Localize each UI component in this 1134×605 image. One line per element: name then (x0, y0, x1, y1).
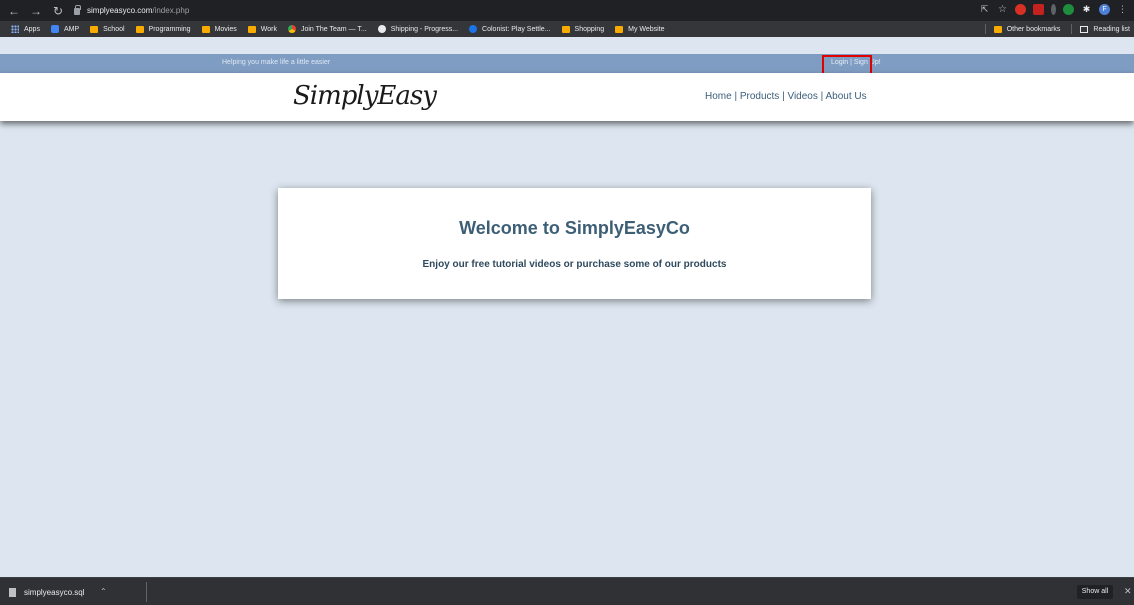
apps-icon (11, 25, 19, 33)
nav-separator: | (731, 91, 740, 102)
forward-arrow-icon[interactable]: → (28, 4, 44, 18)
folder-icon (90, 25, 99, 33)
bookmark-programming[interactable]: Programming (135, 25, 191, 33)
folder-icon (615, 25, 624, 33)
bookmarks-bar: Apps AMP School Programming Movies Work … (0, 21, 1134, 37)
chevron-up-icon[interactable]: ⌃ (100, 587, 107, 596)
download-separator (146, 582, 147, 602)
folder-icon (993, 25, 1002, 33)
url-path: /index.php (152, 6, 190, 15)
main-nav: Home | Products | Videos | About Us (705, 91, 867, 102)
share-icon[interactable]: ⇱ (979, 4, 990, 15)
amp-icon (50, 25, 59, 33)
profile-avatar-icon[interactable]: F (1099, 4, 1110, 15)
close-icon[interactable]: ✕ (1124, 586, 1132, 597)
nav-home[interactable]: Home (705, 91, 732, 102)
puzzle-icon[interactable]: ✱ (1081, 4, 1092, 15)
bookmark-shipping[interactable]: Shipping - Progress... (377, 25, 458, 33)
reading-list[interactable]: Reading list (1080, 25, 1130, 33)
bookmark-work[interactable]: Work (247, 25, 277, 33)
nav-products[interactable]: Products (740, 91, 779, 102)
extension-pink-icon[interactable] (1033, 4, 1044, 15)
address-bar[interactable]: simplyeasyco.com /index.php (74, 3, 189, 18)
chrome-icon (287, 25, 296, 33)
globe-icon (377, 25, 386, 33)
folder-icon (247, 25, 256, 33)
bookmark-separator (1071, 24, 1073, 34)
back-arrow-icon[interactable]: ← (6, 4, 22, 18)
lock-icon (74, 5, 81, 15)
file-icon (9, 588, 16, 597)
site-logo[interactable]: SimplyEasy (293, 81, 437, 111)
folder-icon (201, 25, 210, 33)
colonist-icon (469, 25, 478, 33)
extension-green-icon[interactable] (1063, 4, 1074, 15)
site-header: SimplyEasy Home | Products | Videos | Ab… (0, 73, 1134, 121)
reading-list-icon (1080, 25, 1089, 33)
bookmark-separator (984, 24, 986, 34)
site-topbar: Helping you make life a little easier Lo… (0, 54, 1134, 73)
other-bookmarks[interactable]: Other bookmarks (993, 25, 1060, 33)
bookmark-shopping[interactable]: Shopping (561, 25, 604, 33)
extension-gray-icon[interactable] (1051, 4, 1056, 15)
bookmark-school[interactable]: School (90, 25, 125, 33)
star-icon[interactable]: ☆ (997, 4, 1008, 15)
folder-icon (135, 25, 144, 33)
download-file-name[interactable]: simplyeasyco.sql (24, 588, 84, 597)
bookmark-join-the-team[interactable]: Join The Team — T... (287, 25, 367, 33)
nav-videos[interactable]: Videos (787, 91, 817, 102)
bookmark-colonist[interactable]: Colonist: Play Settle... (469, 25, 551, 33)
show-all-button[interactable]: Show all (1077, 585, 1113, 599)
menu-dots-icon[interactable]: ⋮ (1117, 4, 1128, 15)
url-host: simplyeasyco.com (87, 6, 153, 15)
welcome-card: Welcome to SimplyEasyCo Enjoy our free t… (278, 188, 871, 299)
welcome-title: Welcome to SimplyEasyCo (459, 218, 690, 238)
extension-red-icon[interactable] (1015, 4, 1026, 15)
welcome-subtitle: Enjoy our free tutorial videos or purcha… (422, 259, 727, 270)
bookmark-apps[interactable]: Apps (11, 25, 40, 33)
bookmark-movies[interactable]: Movies (201, 25, 237, 33)
site-tagline: Helping you make life a little easier (222, 59, 331, 66)
folder-icon (561, 25, 570, 33)
browser-toolbar: ← → ↻ simplyeasyco.com /index.php ⇱ ☆ ✱ … (0, 0, 1134, 21)
nav-about[interactable]: About Us (825, 91, 866, 102)
bookmark-amp[interactable]: AMP (50, 25, 79, 33)
bookmark-my-website[interactable]: My Website (615, 25, 665, 33)
reload-icon[interactable]: ↻ (50, 4, 66, 18)
download-bar: simplyeasyco.sql ⌃ Show all ✕ (0, 577, 1134, 605)
